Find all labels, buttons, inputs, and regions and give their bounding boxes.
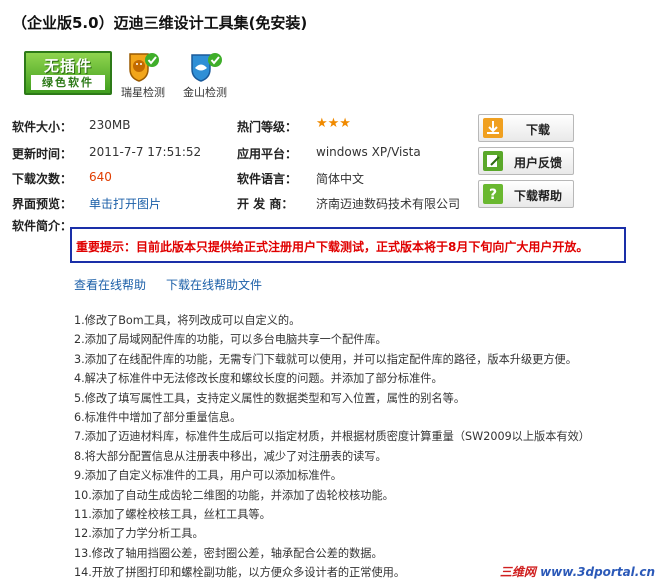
list-item: 8.将大部分配置信息从注册表中移出，减少了对注册表的读写。 — [74, 449, 387, 463]
svg-text:?: ? — [489, 187, 497, 203]
list-item: 9.添加了自定义标准件的工具，用户可以添加标准件。 — [74, 469, 342, 483]
list-item: 7.添加了迈迪材料库，标准件生成后可以指定材质，并根据材质密度计算重量（SW20… — [74, 430, 590, 444]
lion-shield-icon — [129, 53, 159, 82]
site-watermark: 三维网 www.3dportal.cn — [500, 563, 655, 580]
download-help-button-label: 下载帮助 — [513, 189, 562, 203]
size-label: 软件大小： — [12, 120, 73, 134]
kingsoft-check-label: 金山检测 — [183, 86, 227, 99]
size-value: 230MB — [89, 118, 131, 132]
download-button-label: 下载 — [525, 123, 550, 137]
intro-label: 软件简介： — [12, 219, 73, 233]
badge-line2: 绿色软件 — [31, 75, 105, 90]
preview-link[interactable]: 单击打开图片 — [89, 195, 161, 212]
list-item: 3.添加了在线配件库的功能，无需专门下载就可以使用，并可以指定配件库的路径，版本… — [74, 352, 577, 366]
kingsoft-check-badge: 金山检测 — [177, 51, 233, 100]
notice-text: 目前此版本只提供给正式注册用户下载测试，正式版本将于8月下旬向广大用户开放。 — [136, 240, 589, 254]
rating-label: 热门等级： — [237, 120, 298, 134]
list-item: 2.添加了局域网配件库的功能，可以多台电脑共享一个配件库。 — [74, 333, 387, 347]
list-item: 4.解决了标准件中无法修改长度和螺纹长度的问题。并添加了部分标准件。 — [74, 372, 443, 386]
watermark-part2: www.3dportal.cn — [540, 565, 655, 579]
download-help-file-link[interactable]: 下载在线帮助文件 — [166, 276, 262, 293]
platform-label: 应用平台： — [237, 147, 298, 161]
feedback-button[interactable]: 用户反馈 — [478, 147, 574, 175]
download-count-value: 640 — [89, 170, 112, 184]
help-icon: ? — [483, 184, 503, 204]
kingsoft-shield-icon — [191, 53, 222, 82]
rising-check-label: 瑞星检测 — [121, 86, 165, 99]
download-icon — [483, 118, 503, 138]
rating-stars: ★★★ — [316, 116, 351, 131]
feedback-button-label: 用户反馈 — [513, 156, 562, 170]
language-label: 软件语言： — [237, 172, 298, 186]
list-item: 1.修改了Bom工具，将列改成可以自定义的。 — [74, 314, 301, 327]
list-item: 10.添加了自动生成齿轮二维图的功能，并添加了齿轮校核功能。 — [74, 488, 394, 502]
page-title: （企业版5.0）迈迪三维设计工具集(免安装) — [12, 14, 308, 32]
language-value: 简体中文 — [316, 172, 365, 186]
download-button[interactable]: 下载 — [478, 114, 574, 142]
star-icons: ★★★ — [316, 116, 351, 131]
platform-value: windows XP/Vista — [316, 145, 421, 159]
edit-icon — [483, 151, 503, 171]
download-help-button[interactable]: ? 下载帮助 — [478, 180, 574, 208]
update-time-value: 2011-7-7 17:51:52 — [89, 145, 202, 159]
list-item: 11.添加了螺栓校核工具，丝杠工具等。 — [74, 507, 271, 521]
list-item: 12.添加了力学分析工具。 — [74, 527, 204, 541]
list-item: 6.标准件中增加了部分重量信息。 — [74, 410, 242, 424]
changelog-list: 1.修改了Bom工具，将列改成可以自定义的。 2.添加了局域网配件库的功能，可以… — [74, 312, 590, 583]
notice-key: 重要提示： — [76, 240, 137, 254]
badge-line1: 无插件 — [43, 57, 92, 75]
update-time-label: 更新时间： — [12, 147, 73, 161]
important-notice: 重要提示：目前此版本只提供给正式注册用户下载测试，正式版本将于8月下旬向广大用户… — [70, 227, 626, 263]
online-help-link[interactable]: 查看在线帮助 — [74, 276, 146, 293]
developer-value: 济南迈迪数码技术有限公司 — [316, 197, 461, 211]
watermark-part1: 三维网 — [499, 565, 536, 579]
developer-label: 开 发 商： — [237, 197, 294, 211]
rising-check-badge: 瑞星检测 — [115, 51, 171, 100]
list-item: 13.修改了轴用挡圈公差，密封圈公差，轴承配合公差的数据。 — [74, 546, 383, 560]
list-item: 5.修改了填写属性工具，支持定义属性的数据类型和写入位置，属性的别名等。 — [74, 391, 466, 405]
download-count-label: 下载次数： — [12, 172, 73, 186]
no-plugin-green-software-badge: 无插件 绿色软件 — [24, 51, 112, 95]
preview-label: 界面预览： — [12, 197, 73, 211]
